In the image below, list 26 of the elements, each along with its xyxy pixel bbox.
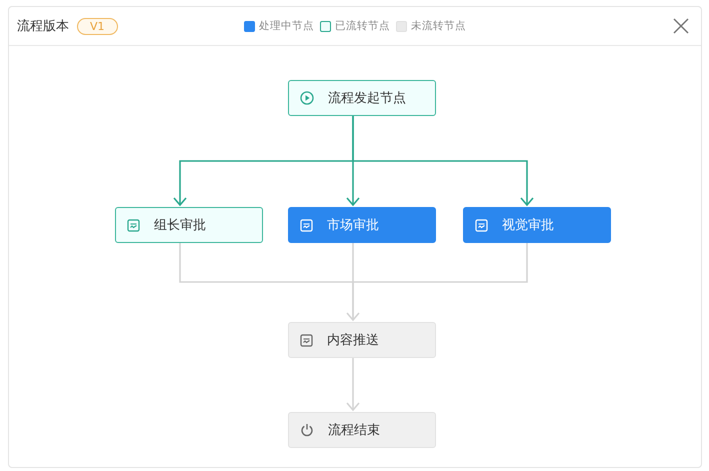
version-badge: V1 — [77, 18, 118, 34]
flow-node[interactable]: 市场审批 — [288, 207, 436, 243]
legend-label: 已流转节点 — [335, 19, 390, 33]
legend-label: 处理中节点 — [259, 19, 314, 33]
node-label: 流程结束 — [328, 422, 380, 439]
flow-node[interactable]: 组长审批 — [115, 207, 263, 243]
form-icon — [300, 218, 313, 232]
form-icon — [127, 218, 140, 232]
legend-label: 未流转节点 — [411, 19, 466, 33]
node-label: 组长审批 — [154, 217, 206, 234]
node-label: 视觉审批 — [502, 217, 554, 234]
close-button[interactable] — [671, 16, 691, 36]
flow-node[interactable]: 流程发起节点 — [288, 80, 436, 116]
power-icon — [300, 423, 314, 437]
flow-node[interactable]: 视觉审批 — [463, 207, 611, 243]
close-icon — [673, 18, 689, 34]
node-label: 市场审批 — [327, 217, 379, 234]
node-label: 内容推送 — [327, 332, 379, 349]
flow-connector — [346, 358, 360, 412]
form-icon — [300, 334, 313, 346]
window-title: 流程版本 — [17, 18, 69, 35]
play-circle-icon — [300, 91, 314, 105]
form-icon — [475, 218, 488, 232]
flow-node[interactable]: 流程结束 — [288, 412, 436, 448]
node-label: 流程发起节点 — [328, 90, 406, 107]
flow-node[interactable]: 内容推送 — [288, 322, 436, 358]
